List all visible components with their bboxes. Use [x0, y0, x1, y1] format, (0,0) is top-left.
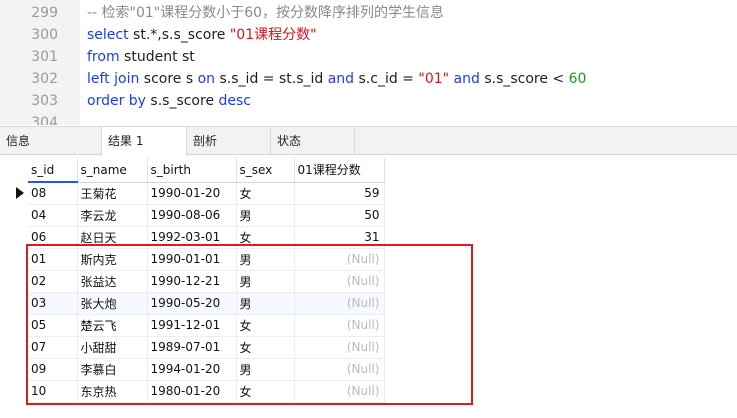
line-number: 300 [31, 27, 58, 43]
sql-keyword: left join [87, 71, 140, 87]
tab-profile[interactable]: 剖析 [187, 127, 271, 155]
code-text[interactable]: from student st [87, 46, 195, 68]
cell-s-name[interactable]: 李云龙 [77, 204, 148, 227]
code-line[interactable]: 303 order by s.s_score desc [0, 90, 737, 112]
column-header-s-sex[interactable]: s_sex [236, 158, 295, 183]
sql-text: s.s_score [145, 93, 219, 109]
code-line[interactable]: 302 left join score s on s.s_id = st.s_id… [0, 68, 737, 90]
code-line[interactable]: 301 from student st [0, 46, 737, 68]
cell-s-sex[interactable]: 男 [236, 204, 295, 227]
cell-s-sex[interactable]: 女 [236, 182, 295, 205]
sql-text: student st [119, 49, 195, 65]
sql-keyword: desc [218, 93, 252, 109]
tab-info[interactable]: 信息 [0, 127, 102, 155]
sql-text: st.*,s.s_score [128, 27, 230, 43]
table-row[interactable]: 08 王菊花 1990-01-20 女 59 [28, 182, 385, 205]
highlight-box-null-rows [26, 244, 473, 405]
code-line[interactable]: 299 -- 检索"01"课程分数小于60，按分数降序排列的学生信息 [0, 2, 737, 24]
sql-text: s.c_id = [354, 71, 419, 87]
column-header-course-01-score[interactable]: 01课程分数 [294, 158, 385, 183]
line-number: 304 [31, 115, 58, 125]
cell-course-01-score[interactable]: 50 [294, 204, 385, 227]
cell-s-birth[interactable]: 1990-01-20 [147, 182, 237, 205]
column-header-s-id[interactable]: s_id [28, 158, 78, 183]
line-number: 301 [31, 49, 58, 65]
sql-keyword: from [87, 49, 120, 65]
code-line[interactable]: 300 select st.*,s.s_score "01课程分数" [0, 24, 737, 46]
cell-s-id[interactable]: 04 [28, 204, 78, 227]
sql-text: s.s_score < [479, 71, 569, 87]
code-text[interactable]: select st.*,s.s_score "01课程分数" [87, 24, 317, 46]
cell-s-id[interactable]: 08 [28, 182, 78, 205]
row-indicator-column [0, 156, 28, 418]
tab-status[interactable]: 状态 [271, 127, 355, 155]
line-number: 299 [31, 5, 58, 21]
line-number: 303 [31, 93, 58, 109]
line-number: 302 [31, 71, 58, 87]
column-header-s-name[interactable]: s_name [77, 158, 148, 183]
code-text[interactable]: left join score s on s.s_id = st.s_id an… [87, 68, 586, 90]
cell-s-name[interactable]: 王菊花 [77, 182, 148, 205]
sql-string: "01" [418, 71, 450, 87]
sql-keyword: and [453, 71, 480, 87]
sql-keyword: and [327, 71, 355, 87]
cell-course-01-score[interactable]: 59 [294, 182, 385, 205]
tab-result-1[interactable]: 结果 1 [101, 127, 187, 156]
sql-keyword: on [197, 71, 216, 87]
sql-text: s.s_id = st.s_id [215, 71, 328, 87]
column-header-s-birth[interactable]: s_birth [147, 158, 237, 183]
sql-number: 60 [568, 71, 587, 87]
result-grid[interactable]: s_id s_name s_birth s_sex 01课程分数 08 王菊花 19… [0, 156, 737, 418]
table-row[interactable]: 04 李云龙 1990-08-06 男 50 [28, 204, 385, 227]
code-line[interactable]: 304 [0, 112, 737, 125]
header-row: s_id s_name s_birth s_sex 01课程分数 [28, 158, 385, 183]
sql-text: score s [139, 71, 198, 87]
sql-keyword: order by [87, 93, 146, 109]
sql-keyword: select [87, 27, 129, 43]
sql-editor[interactable]: 299 -- 检索"01"课程分数小于60，按分数降序排列的学生信息 300 sele… [0, 0, 737, 125]
code-text[interactable]: -- 检索"01"课程分数小于60，按分数降序排列的学生信息 [87, 2, 444, 24]
result-tab-bar: 信息 结果 1 剖析 状态 [0, 126, 737, 156]
cell-s-birth[interactable]: 1990-08-06 [147, 204, 237, 227]
sql-comment: -- 检索"01"课程分数小于60，按分数降序排列的学生信息 [87, 5, 445, 21]
code-text[interactable]: order by s.s_score desc [87, 90, 251, 112]
current-row-marker-icon [16, 187, 24, 199]
sql-string: "01课程分数" [229, 27, 317, 43]
